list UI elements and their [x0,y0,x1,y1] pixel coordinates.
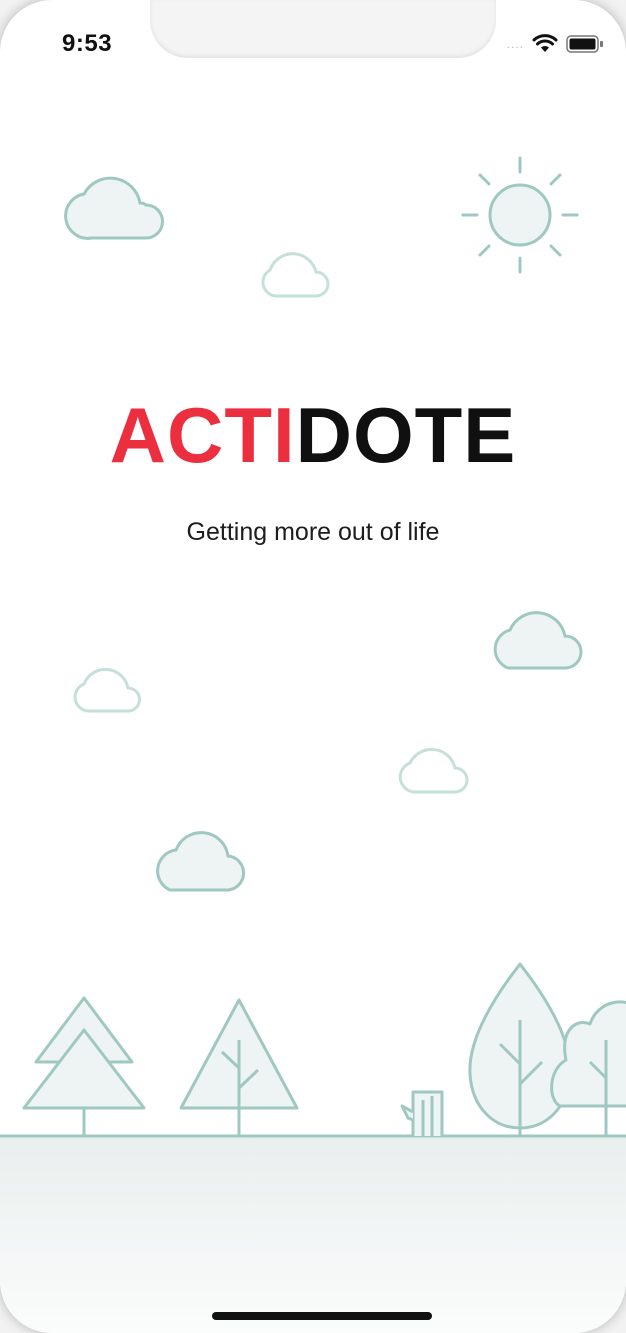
cloud-icon [156,831,245,892]
triangle-tree-icon [179,998,299,1136]
cloud-icon [398,747,469,794]
cloud-icon [261,252,330,298]
sun-icon [461,156,579,274]
stump-icon [400,1090,444,1136]
logo-text-black: DOTE [295,391,517,479]
cloud-icon [64,176,164,240]
bushy-tree-icon [550,1000,626,1136]
app-screen: 9:53 .... ACTIDOTE Getting more out of l… [0,0,626,1333]
home-indicator[interactable] [212,1312,432,1320]
landscape-illustration [0,156,626,1138]
oval-tree-icon [468,962,572,1136]
wifi-icon [532,34,558,52]
device-notch [150,0,496,58]
status-bar: 9:53 .... [0,0,626,70]
pine-tree-icon [22,996,146,1136]
logo-text-red: ACTI [109,391,296,479]
cloud-icon [73,667,141,713]
status-time: 9:53 [62,30,113,57]
cloud-icon [493,611,583,670]
cellular-signal-dots: .... [506,37,524,51]
battery-icon [566,35,603,53]
app-logo: ACTIDOTE [0,396,626,474]
tagline: Getting more out of life [186,518,440,546]
status-icons: .... [507,34,604,54]
